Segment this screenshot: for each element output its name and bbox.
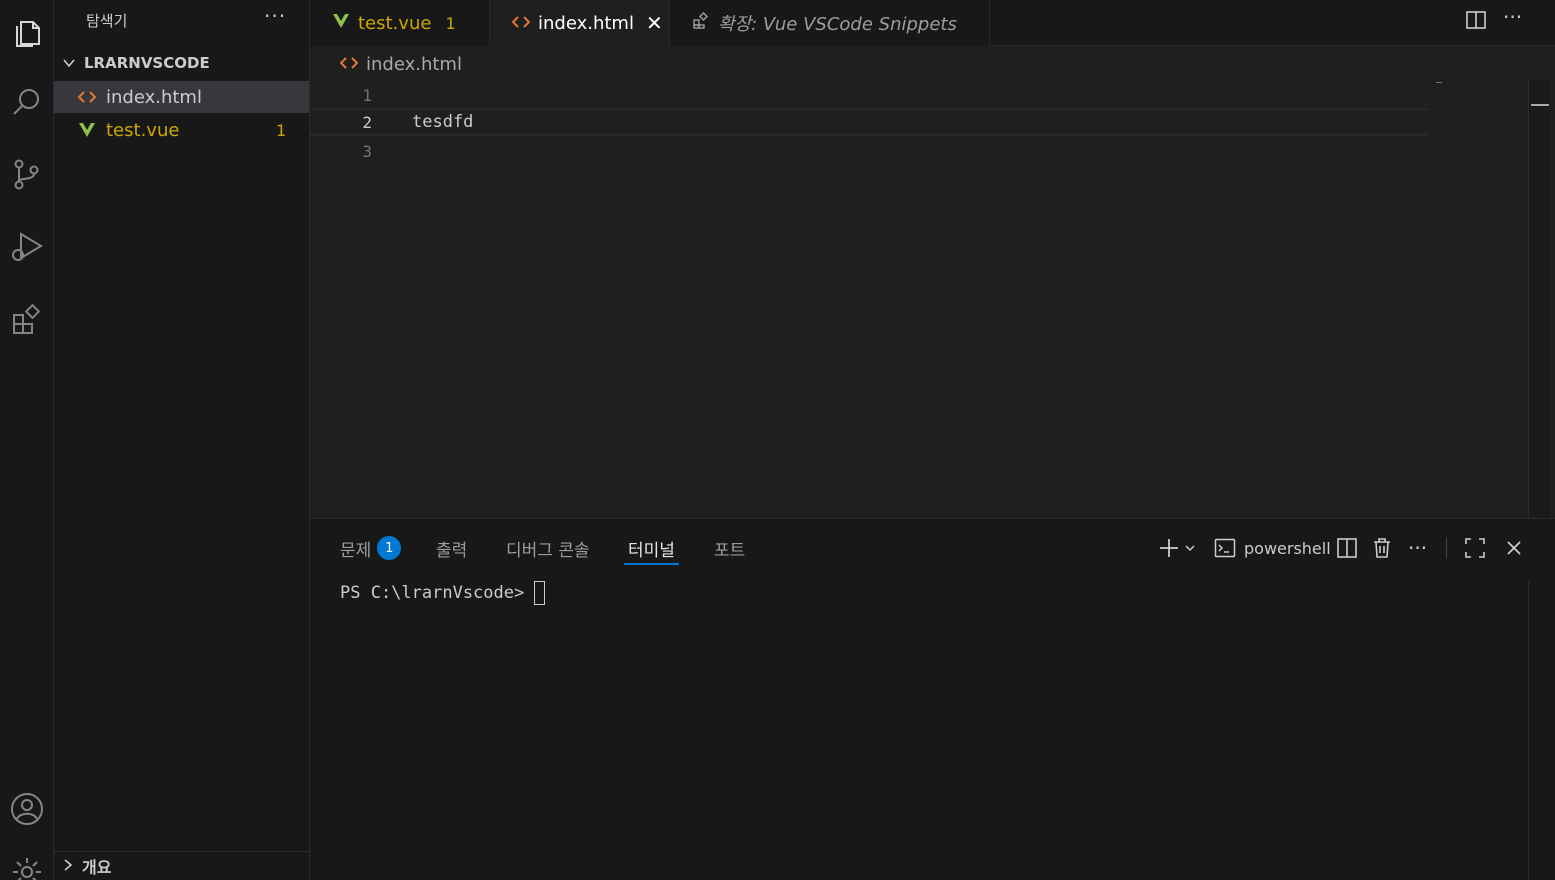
- more-actions-icon[interactable]: ···: [1408, 533, 1427, 563]
- explorer-sidebar: 탐색기 ··· LRARNVSCODE index.html test.vue …: [54, 0, 310, 880]
- folder-header[interactable]: LRARNVSCODE: [54, 50, 310, 76]
- folder-name: LRARNVSCODE: [84, 54, 210, 72]
- trash-icon[interactable]: [1371, 533, 1393, 563]
- tab-ports[interactable]: 포트: [714, 533, 745, 563]
- line-text: tesdfd: [412, 112, 474, 132]
- tab-index-html[interactable]: index.html ✕: [490, 0, 670, 47]
- editor-scrollbar[interactable]: [1528, 80, 1550, 518]
- panel-tab-label: 문제: [340, 540, 372, 561]
- chevron-right-icon: [62, 857, 74, 876]
- tab-extension-vue-snippets[interactable]: 확장: Vue VSCode Snippets: [670, 0, 990, 46]
- close-panel-icon[interactable]: [1504, 533, 1524, 563]
- panel-tab-label: 출력: [436, 540, 468, 561]
- activity-bar: [0, 0, 54, 880]
- code-editor[interactable]: 1 2 tesdfd 3: [310, 80, 1528, 518]
- tab-output[interactable]: 출력: [436, 533, 467, 563]
- editor-line: 3: [310, 137, 1428, 165]
- file-name: test.vue: [106, 119, 180, 141]
- file-item-index-html[interactable]: index.html: [54, 81, 309, 113]
- terminal-output[interactable]: PS C:\lrarnVscode>: [340, 581, 546, 605]
- line-number: 3: [362, 141, 372, 161]
- panel-tab-label: 디버그 콘솔: [506, 540, 590, 561]
- shell-name: powershell: [1244, 538, 1331, 558]
- new-terminal-button[interactable]: [1158, 533, 1196, 563]
- chevron-down-icon[interactable]: [1184, 542, 1196, 554]
- explorer-icon[interactable]: [0, 8, 54, 56]
- terminal-icon: [1214, 537, 1236, 559]
- html-icon: [511, 14, 531, 33]
- search-icon[interactable]: [0, 78, 54, 126]
- plus-icon: [1158, 537, 1180, 559]
- source-control-icon[interactable]: [0, 150, 54, 198]
- bottom-panel: 문제 1 출력 디버그 콘솔 터미널 포트 powershell ··· PS …: [310, 518, 1555, 880]
- problems-badge: 1: [377, 536, 402, 560]
- editor-line-current: 2 tesdfd: [310, 108, 1428, 136]
- html-icon: [339, 55, 359, 74]
- breadcrumb[interactable]: index.html: [339, 52, 462, 76]
- tab-debug-console[interactable]: 디버그 콘솔: [506, 533, 590, 563]
- vue-icon: [332, 13, 350, 33]
- line-number: 2: [362, 112, 372, 132]
- minimap: [1436, 82, 1442, 83]
- gear-icon[interactable]: [0, 848, 54, 880]
- outline-section[interactable]: 개요: [54, 851, 310, 880]
- more-actions-icon[interactable]: ···: [264, 4, 286, 28]
- tab-test-vue[interactable]: test.vue 1: [310, 0, 490, 46]
- panel-tab-label: 터미널: [628, 540, 675, 561]
- extensions-icon[interactable]: [0, 295, 54, 343]
- more-actions-icon[interactable]: ···: [1503, 5, 1522, 29]
- problem-count: 1: [276, 120, 287, 140]
- tab-label: index.html: [538, 12, 634, 34]
- run-debug-icon[interactable]: [0, 222, 54, 270]
- tab-label: 확장: Vue VSCode Snippets: [718, 14, 957, 35]
- account-icon[interactable]: [0, 785, 54, 833]
- tab-problems[interactable]: 문제 1: [340, 533, 402, 563]
- tab-terminal[interactable]: 터미널: [624, 533, 679, 565]
- html-icon: [78, 90, 100, 104]
- terminal-scrollbar[interactable]: [1528, 581, 1555, 880]
- split-editor-icon[interactable]: [1464, 8, 1488, 32]
- tab-bar: test.vue 1 index.html ✕ 확장: Vue VSCode S…: [310, 0, 1555, 47]
- chevron-down-icon: [54, 56, 84, 70]
- scroll-position-marker: [1531, 104, 1549, 106]
- line-number: 1: [362, 85, 372, 105]
- editor-line: 1: [310, 81, 1428, 109]
- problem-count: 1: [445, 13, 456, 33]
- tab-label: test.vue: [358, 12, 432, 34]
- file-item-test-vue[interactable]: test.vue 1: [54, 114, 309, 146]
- toolbar-divider: [1446, 537, 1447, 559]
- breadcrumb-file: index.html: [366, 53, 462, 75]
- terminal-prompt: PS C:\lrarnVscode>: [340, 583, 525, 603]
- split-terminal-icon[interactable]: [1336, 533, 1358, 563]
- file-name: index.html: [106, 86, 202, 108]
- outline-label: 개요: [82, 858, 112, 877]
- vue-icon: [78, 122, 100, 138]
- panel-tab-label: 포트: [714, 540, 746, 561]
- extensions-icon: [692, 11, 710, 34]
- terminal-cursor: [534, 581, 546, 605]
- maximize-panel-icon[interactable]: [1464, 533, 1486, 563]
- terminal-shell-selector[interactable]: powershell: [1214, 533, 1331, 563]
- sidebar-title: 탐색기: [86, 12, 128, 30]
- close-icon[interactable]: ✕: [646, 11, 663, 35]
